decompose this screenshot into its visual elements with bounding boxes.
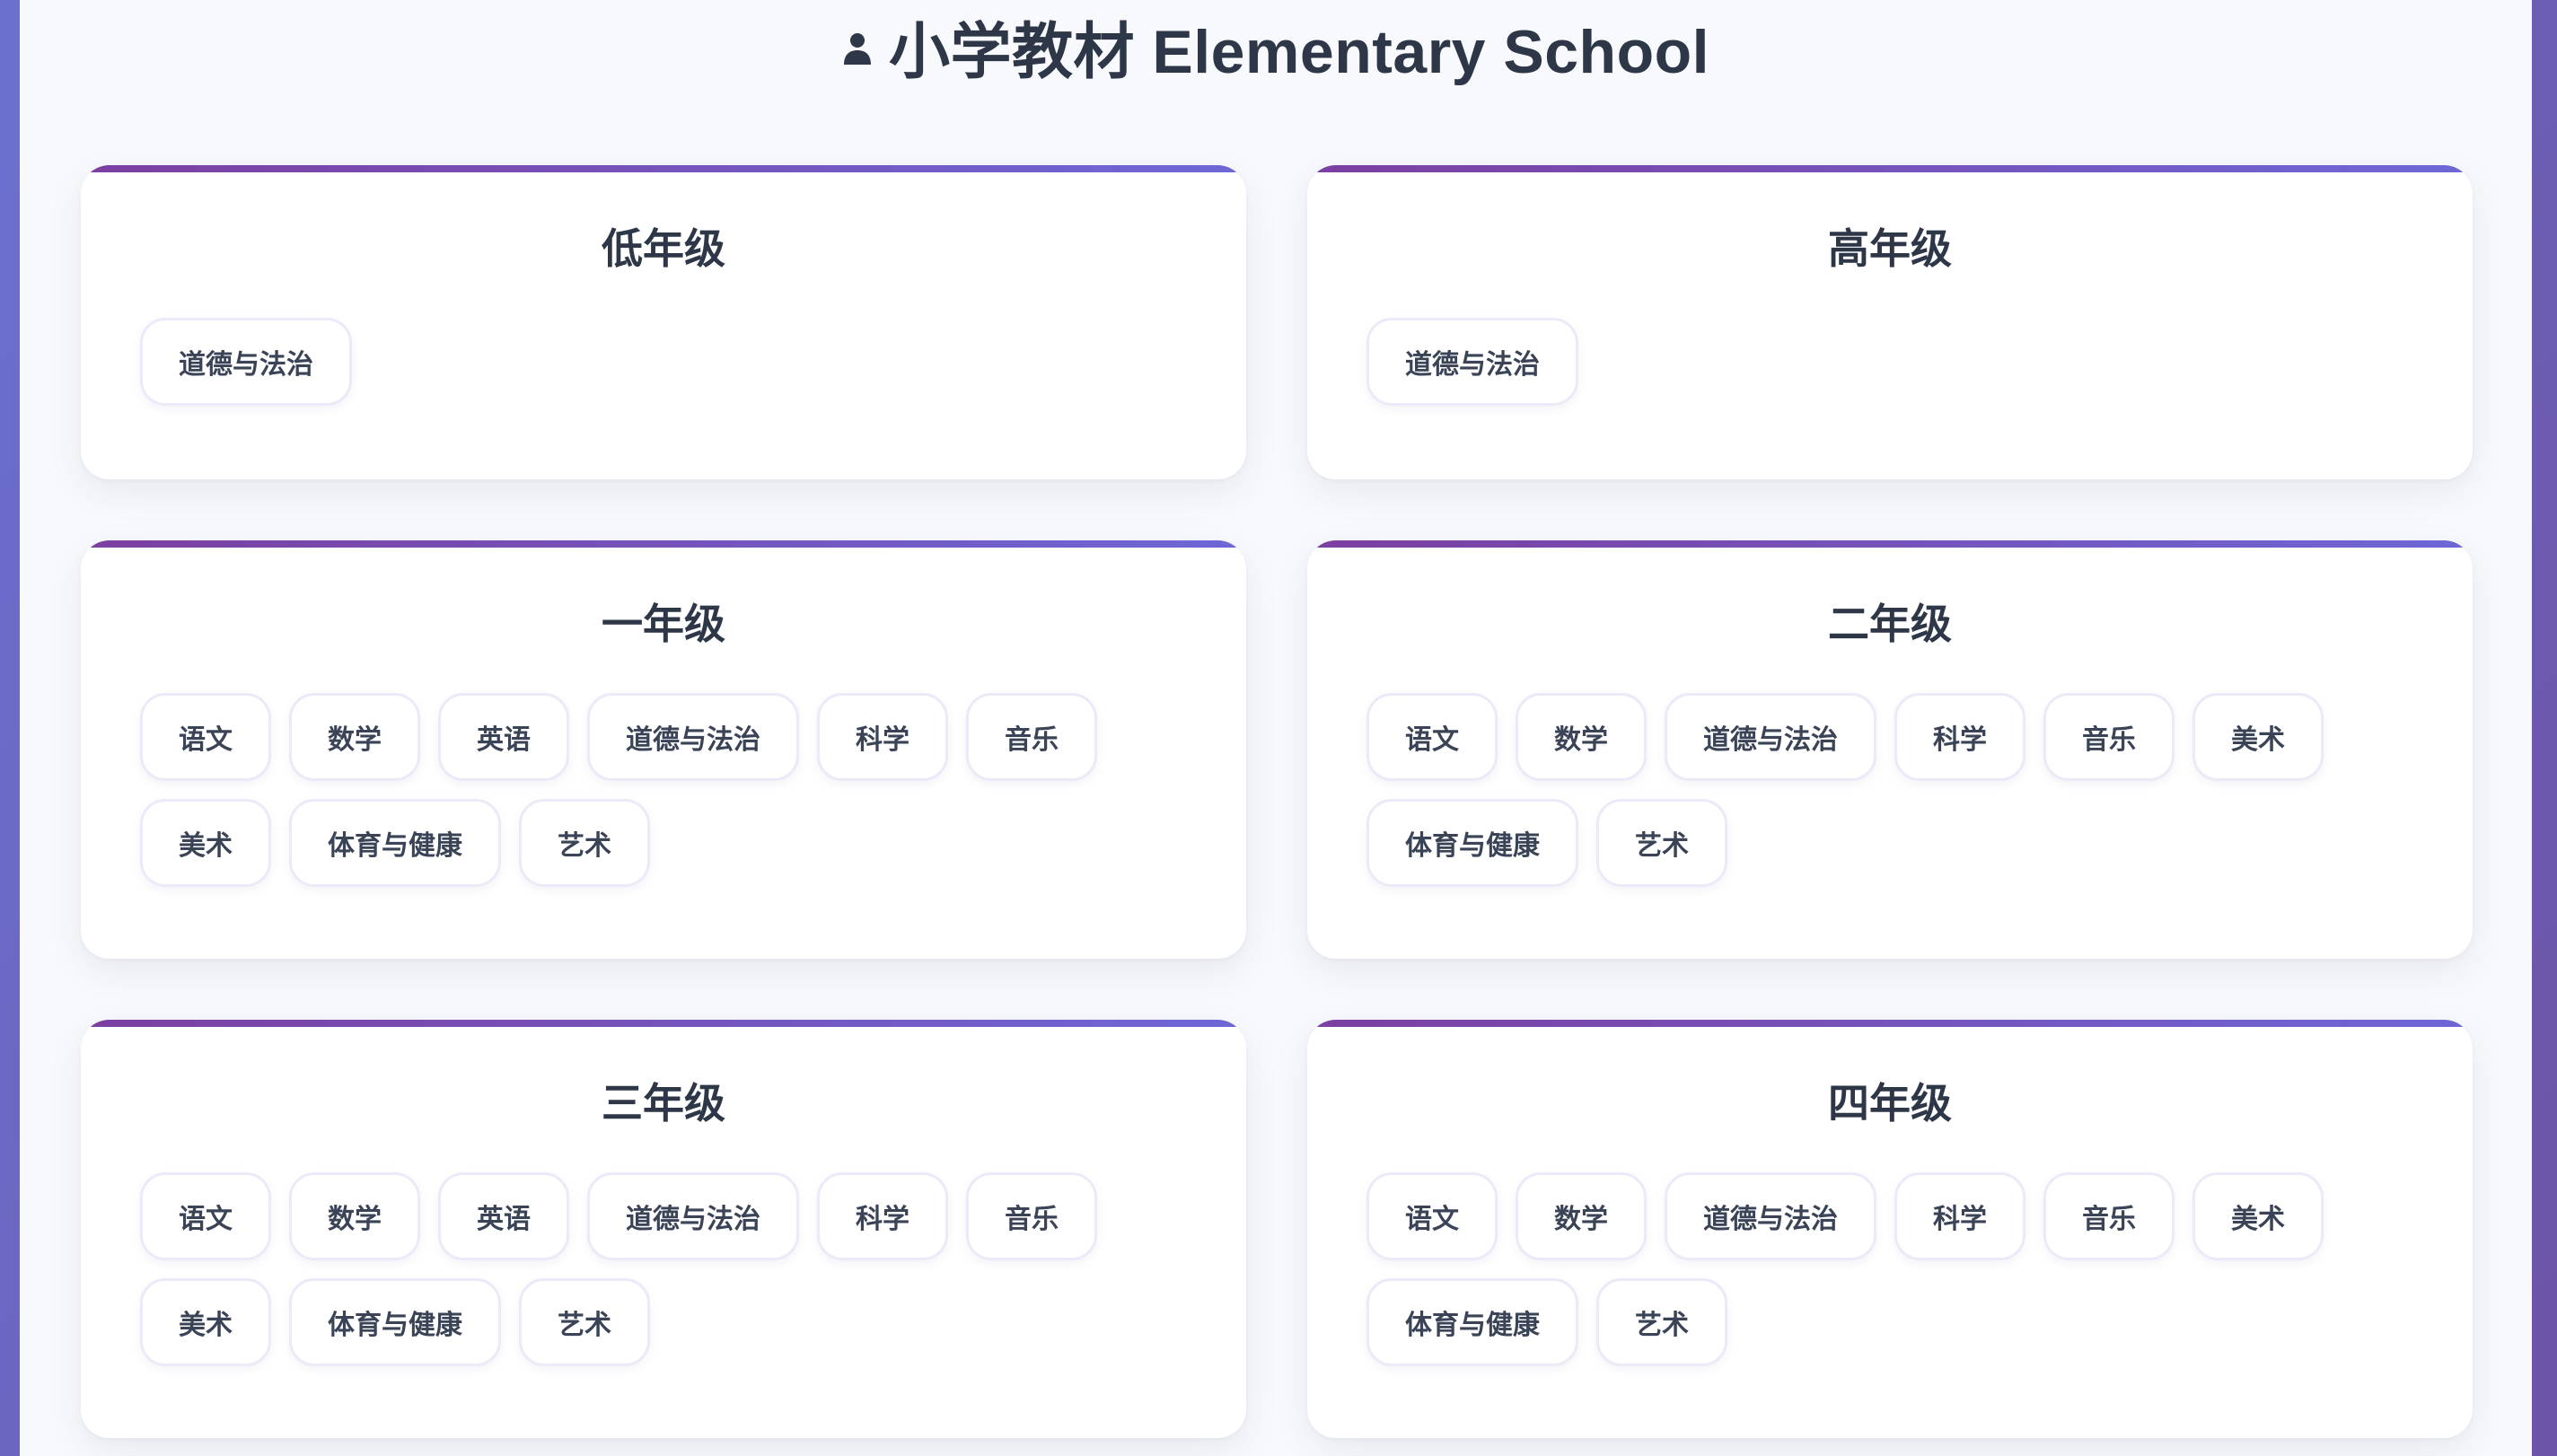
subject-button[interactable]: 美术	[2192, 1172, 2324, 1260]
subject-button[interactable]: 道德与法治	[587, 693, 799, 781]
subject-button[interactable]: 语文	[140, 1172, 271, 1260]
main-panel: 小学教材 Elementary School 低年级 道德与法治 高年级 道德与…	[20, 0, 2532, 1456]
subject-button[interactable]: 语文	[1366, 1172, 1498, 1260]
subject-button[interactable]: 数学	[1516, 1172, 1647, 1260]
subject-button[interactable]: 语文	[140, 693, 271, 781]
subject-button[interactable]: 道德与法治	[1665, 693, 1876, 781]
subject-list: 语文 数学 道德与法治 科学 音乐 美术 体育与健康 艺术	[1366, 693, 2413, 887]
user-icon	[842, 31, 873, 66]
grade-card: 二年级 语文 数学 道德与法治 科学 音乐 美术 体育与健康 艺术	[1307, 540, 2473, 959]
subject-list: 语文 数学 英语 道德与法治 科学 音乐 美术 体育与健康 艺术	[140, 1172, 1187, 1366]
subject-button[interactable]: 体育与健康	[1366, 799, 1578, 887]
subject-button[interactable]: 美术	[140, 1278, 271, 1366]
subject-button[interactable]: 美术	[2192, 693, 2324, 781]
subject-button[interactable]: 英语	[438, 1172, 569, 1260]
page-title: 小学教材 Elementary School	[888, 17, 1710, 86]
subject-button[interactable]: 科学	[1894, 693, 2025, 781]
grade-title: 一年级	[602, 601, 725, 647]
subject-button[interactable]: 艺术	[1596, 799, 1727, 887]
subject-button[interactable]: 道德与法治	[587, 1172, 799, 1260]
subject-button[interactable]: 艺术	[1596, 1278, 1727, 1366]
subject-button[interactable]: 道德与法治	[1366, 318, 1578, 406]
grade-title: 三年级	[602, 1080, 725, 1127]
grade-card: 四年级 语文 数学 道德与法治 科学 音乐 美术 体育与健康 艺术	[1307, 1020, 2473, 1438]
grade-title: 低年级	[602, 225, 725, 272]
subject-button[interactable]: 数学	[1516, 693, 1647, 781]
grade-card: 一年级 语文 数学 英语 道德与法治 科学 音乐 美术 体育与健康 艺术	[81, 540, 1246, 959]
grade-card: 三年级 语文 数学 英语 道德与法治 科学 音乐 美术 体育与健康 艺术	[81, 1020, 1246, 1438]
subject-button[interactable]: 数学	[289, 693, 420, 781]
subject-button[interactable]: 体育与健康	[289, 1278, 501, 1366]
grade-grid: 低年级 道德与法治 高年级 道德与法治 一年级 语文 数学 英语 道德与法治 科…	[81, 165, 2473, 1438]
subject-button[interactable]: 体育与健康	[289, 799, 501, 887]
subject-button[interactable]: 道德与法治	[140, 318, 352, 406]
subject-button[interactable]: 语文	[1366, 693, 1498, 781]
subject-button[interactable]: 科学	[817, 693, 948, 781]
subject-button[interactable]: 科学	[817, 1172, 948, 1260]
page-header: 小学教材 Elementary School	[20, 5, 2532, 86]
subject-button[interactable]: 英语	[438, 693, 569, 781]
subject-button[interactable]: 音乐	[2043, 1172, 2175, 1260]
subject-list: 语文 数学 英语 道德与法治 科学 音乐 美术 体育与健康 艺术	[140, 693, 1187, 887]
subject-button[interactable]: 音乐	[966, 1172, 1097, 1260]
subject-list: 道德与法治	[1366, 318, 2413, 406]
subject-button[interactable]: 艺术	[519, 1278, 650, 1366]
subject-button[interactable]: 科学	[1894, 1172, 2025, 1260]
subject-button[interactable]: 道德与法治	[1665, 1172, 1876, 1260]
grade-card: 高年级 道德与法治	[1307, 165, 2473, 479]
grade-title: 高年级	[1828, 225, 1952, 272]
grade-title: 四年级	[1828, 1080, 1952, 1127]
grade-title: 二年级	[1828, 601, 1952, 647]
subject-button[interactable]: 艺术	[519, 799, 650, 887]
subject-button[interactable]: 体育与健康	[1366, 1278, 1578, 1366]
subject-button[interactable]: 音乐	[966, 693, 1097, 781]
subject-button[interactable]: 音乐	[2043, 693, 2175, 781]
grade-card: 低年级 道德与法治	[81, 165, 1246, 479]
subject-button[interactable]: 美术	[140, 799, 271, 887]
subject-list: 语文 数学 道德与法治 科学 音乐 美术 体育与健康 艺术	[1366, 1172, 2413, 1366]
subject-button[interactable]: 数学	[289, 1172, 420, 1260]
subject-list: 道德与法治	[140, 318, 1187, 406]
